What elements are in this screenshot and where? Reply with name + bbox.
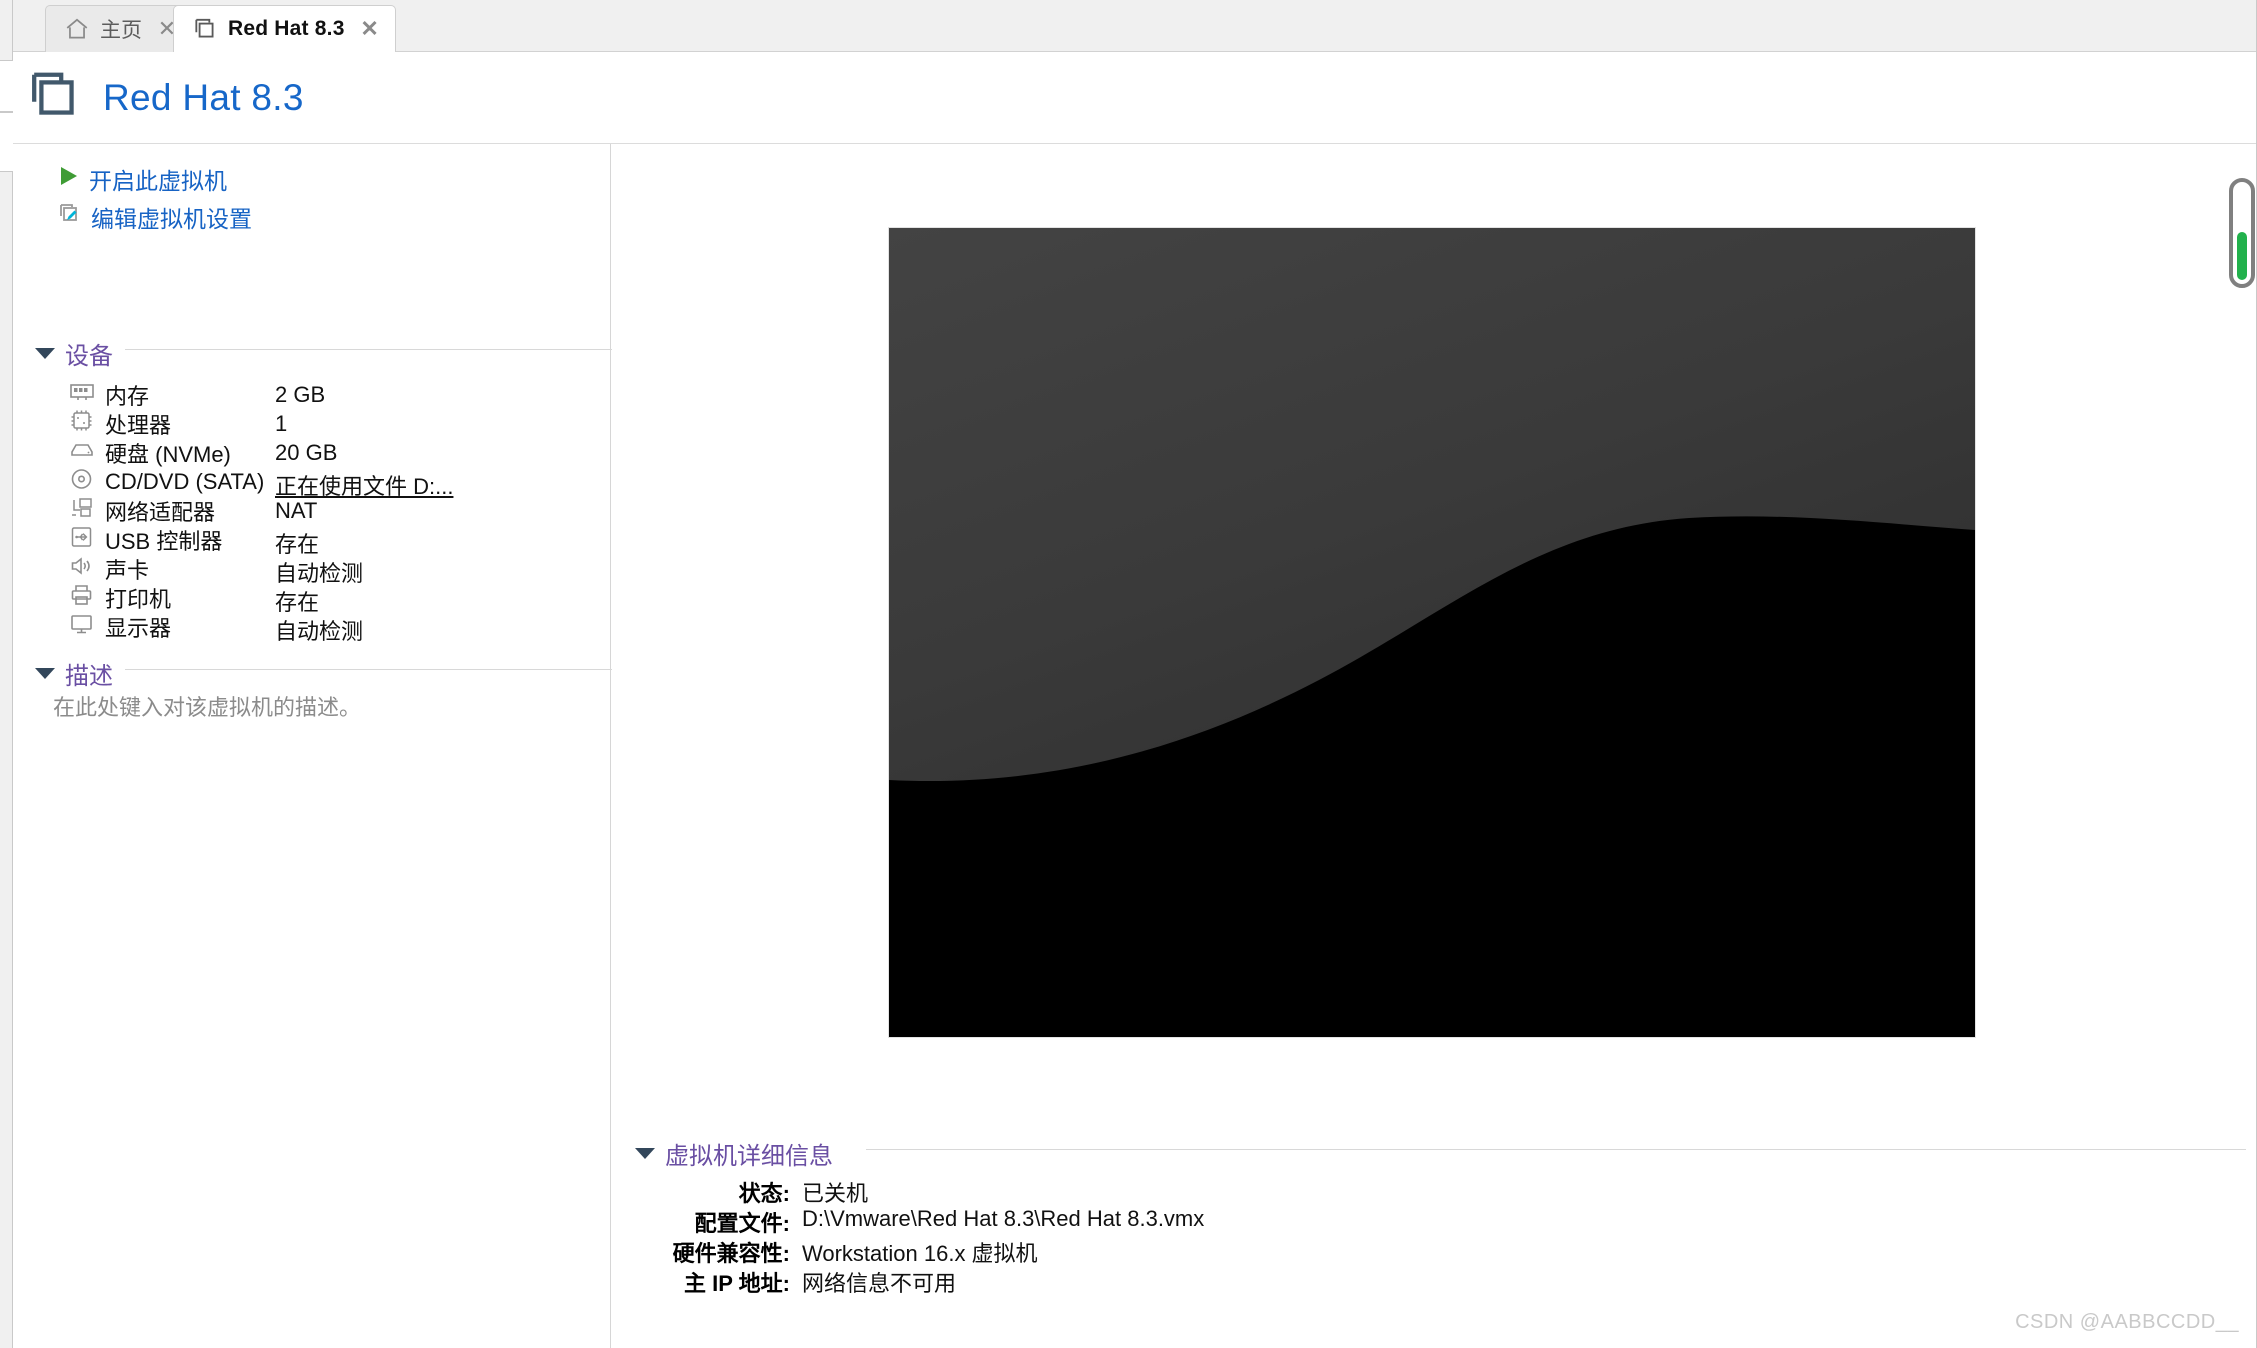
device-value-harddisk: 20 GB <box>275 440 338 465</box>
triangle-down-icon <box>635 1148 655 1159</box>
power-on-vm-label: 开启此虚拟机 <box>89 168 227 194</box>
device-value-sound: 自动检测 <box>275 561 364 586</box>
description-section-header[interactable]: 描述 <box>35 656 113 691</box>
device-row-printer[interactable]: 打印机 <box>69 583 171 613</box>
vm-details-section-title: 虚拟机详细信息 <box>665 1143 833 1170</box>
vm-icon-large <box>27 68 81 127</box>
device-row-cddvd[interactable]: CD/DVD (SATA) <box>69 467 264 497</box>
device-name-cddvd: CD/DVD (SATA) <box>105 469 265 494</box>
vm-screen-preview-wave <box>889 516 1975 1037</box>
device-row-harddisk[interactable]: 硬盘 (NVMe) <box>69 438 231 468</box>
left-strip-segment <box>0 60 13 112</box>
detail-label-state: 状态: <box>738 1181 790 1206</box>
network-icon <box>69 496 95 526</box>
device-value-printer: 存在 <box>275 590 320 615</box>
detail-label-hw-compat: 硬件兼容性: <box>672 1241 790 1266</box>
sound-icon <box>69 554 95 584</box>
device-value-usb: 存在 <box>275 532 320 557</box>
edit-vm-settings-link[interactable]: 编辑虚拟机设置 <box>58 200 252 234</box>
vm-icon <box>192 16 218 42</box>
device-name-harddisk: 硬盘 (NVMe) <box>105 442 231 467</box>
device-value-memory: 2 GB <box>275 382 326 407</box>
device-value-cddvd: 正在使用文件 D:... <box>275 474 454 499</box>
vm-summary-left-pane: 开启此虚拟机 编辑虚拟机设置 设备 内存 2 GB 处理器 1 硬盘 (NVMe… <box>13 144 613 1348</box>
cd-icon <box>69 467 95 497</box>
detail-label-primary-ip: 主 IP 地址: <box>684 1271 790 1296</box>
printer-icon <box>69 583 95 613</box>
device-name-memory: 内存 <box>105 384 150 409</box>
power-on-vm-link[interactable]: 开启此虚拟机 <box>58 162 227 196</box>
detail-label-config-file: 配置文件: <box>694 1211 790 1236</box>
device-value-processor: 1 <box>275 411 288 436</box>
device-name-network: 网络适配器 <box>105 500 216 525</box>
device-value-display: 自动检测 <box>275 619 364 644</box>
detail-value-primary-ip: 网络信息不可用 <box>802 1271 957 1296</box>
device-row-network[interactable]: 网络适配器 <box>69 496 215 526</box>
memory-icon <box>69 381 95 409</box>
device-name-printer: 打印机 <box>105 587 172 612</box>
home-icon <box>64 16 90 42</box>
scrollbar-thumb[interactable] <box>2237 232 2247 280</box>
cpu-icon <box>69 409 95 439</box>
page-title: Red Hat 8.3 <box>103 76 304 118</box>
vm-details-section-header[interactable]: 虚拟机详细信息 <box>635 1136 833 1171</box>
device-row-memory[interactable]: 内存 <box>69 380 149 410</box>
left-strip-segment <box>0 112 13 172</box>
play-icon <box>58 165 80 193</box>
device-row-display[interactable]: 显示器 <box>69 612 171 642</box>
device-name-sound: 声卡 <box>105 558 150 583</box>
triangle-down-icon <box>35 668 55 679</box>
edit-vm-icon <box>58 202 82 232</box>
devices-section-rule <box>125 349 613 350</box>
description-section-rule <box>125 669 613 670</box>
device-row-usb[interactable]: USB 控制器 <box>69 525 222 555</box>
detail-value-state: 已关机 <box>802 1181 869 1206</box>
vmware-workstation-window: 主页 ✕ Red Hat 8.3 ✕ Red Hat 8.3 开启此虚拟机 编辑… <box>0 0 2257 1348</box>
harddisk-icon <box>69 439 95 467</box>
tab-bar: 主页 ✕ Red Hat 8.3 ✕ <box>13 0 2257 52</box>
edit-vm-settings-label: 编辑虚拟机设置 <box>91 206 252 232</box>
device-name-processor: 处理器 <box>105 413 172 438</box>
device-name-display: 显示器 <box>105 616 172 641</box>
left-edge-strip <box>0 0 13 1348</box>
vm-details-section-rule <box>866 1149 2246 1150</box>
triangle-down-icon <box>35 348 55 359</box>
detail-value-config-file: D:\Vmware\Red Hat 8.3\Red Hat 8.3.vmx <box>802 1206 1205 1231</box>
device-row-sound[interactable]: 声卡 <box>69 554 149 584</box>
display-icon <box>69 612 95 642</box>
detail-value-hw-compat: Workstation 16.x 虚拟机 <box>802 1241 1038 1266</box>
device-row-processor[interactable]: 处理器 <box>69 409 171 439</box>
devices-section-title: 设备 <box>65 343 113 370</box>
device-value-network: NAT <box>275 498 318 523</box>
tab-red-hat-close-icon[interactable]: ✕ <box>359 18 381 40</box>
devices-section-header[interactable]: 设备 <box>35 336 113 371</box>
description-section-title: 描述 <box>65 663 113 690</box>
usb-icon <box>69 525 95 555</box>
page-title-bar: Red Hat 8.3 <box>13 52 2257 143</box>
tab-home-label: 主页 <box>100 19 142 42</box>
tab-red-hat[interactable]: Red Hat 8.3 ✕ <box>173 5 396 52</box>
tab-red-hat-label: Red Hat 8.3 <box>228 17 345 40</box>
tab-home[interactable]: 主页 ✕ <box>45 5 193 52</box>
description-placeholder[interactable]: 在此处键入对该虚拟机的描述。 <box>53 690 361 722</box>
vm-screen-preview[interactable] <box>889 228 1975 1037</box>
watermark: CSDN @AABBCCDD__ <box>2015 1311 2239 1333</box>
device-name-usb: USB 控制器 <box>105 529 223 554</box>
vertical-scrollbar[interactable] <box>2229 178 2255 288</box>
